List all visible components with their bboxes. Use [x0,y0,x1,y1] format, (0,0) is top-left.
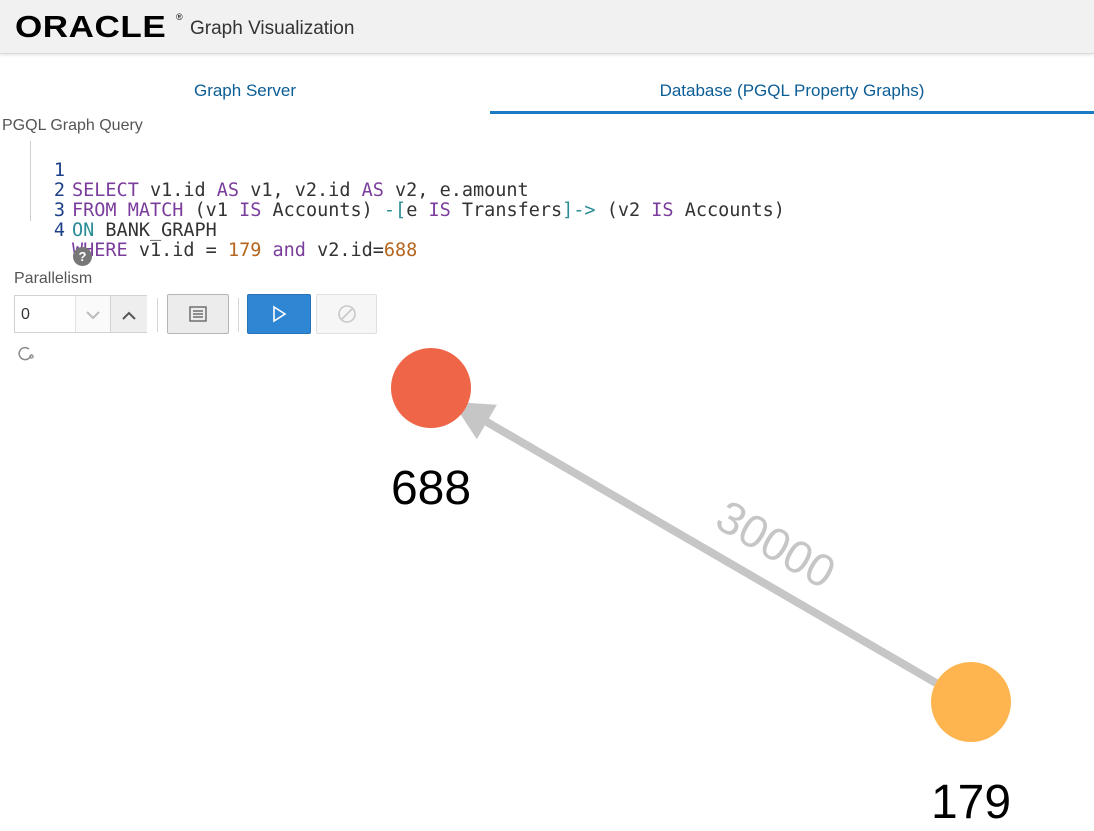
increment-button[interactable] [110,296,147,332]
chevron-down-icon [86,311,100,320]
graph-canvas[interactable]: 30000 688 179 [0,340,1094,831]
query-editor[interactable]: 1 SELECT v1.id AS v1, v2.id AS v2, e.amo… [30,141,1030,261]
app-title: Graph Visualization [190,18,355,39]
list-button[interactable] [167,294,229,334]
toolbar-divider [238,298,239,332]
oracle-logo: ORACLE [15,9,167,44]
node-688[interactable] [391,348,471,428]
question-icon[interactable]: ? [73,247,92,266]
tab-bar: Graph Server Database (PGQL Property Gra… [0,72,1094,114]
code-text: ON BANK_GRAPH [72,220,217,241]
tab-database-pgql[interactable]: Database (PGQL Property Graphs) [490,72,1094,114]
query-label: PGQL Graph Query [2,117,143,134]
play-icon [273,305,287,323]
list-icon [189,306,207,322]
edge-label: 30000 [708,490,845,599]
decrement-button[interactable] [75,296,110,332]
code-text: WHERE v1.id = 179 and v2.id=688 [72,240,418,261]
app-header: ORACLE ® Graph Visualization [0,0,1094,54]
parallelism-stepper[interactable]: 0 [14,295,147,333]
edge-transfer[interactable] [452,401,939,687]
chevron-up-icon [122,311,136,320]
code-line: 3 ON BANK_GRAPH [31,181,1030,241]
line-number: 4 [53,220,65,241]
parallelism-value[interactable]: 0 [21,306,30,324]
code-line: 1 SELECT v1.id AS v1, v2.id AS v2, e.amo… [31,141,1030,201]
node-179[interactable] [931,662,1011,742]
node-label: 688 [391,462,471,515]
cancel-icon [337,305,356,323]
parallelism-label: Parallelism [14,270,93,287]
toolbar-divider [157,298,158,332]
code-line: 2 FROM MATCH (v1 IS Accounts) -[e IS Tra… [31,161,1030,221]
cancel-query-button[interactable] [316,294,377,334]
run-query-button[interactable] [247,294,311,334]
registered-mark: ® [176,12,183,22]
tab-graph-server[interactable]: Graph Server [0,72,490,114]
node-label: 179 [931,776,1011,829]
code-line: 4 WHERE v1.id = 179 and v2.id=688 [31,201,1030,261]
